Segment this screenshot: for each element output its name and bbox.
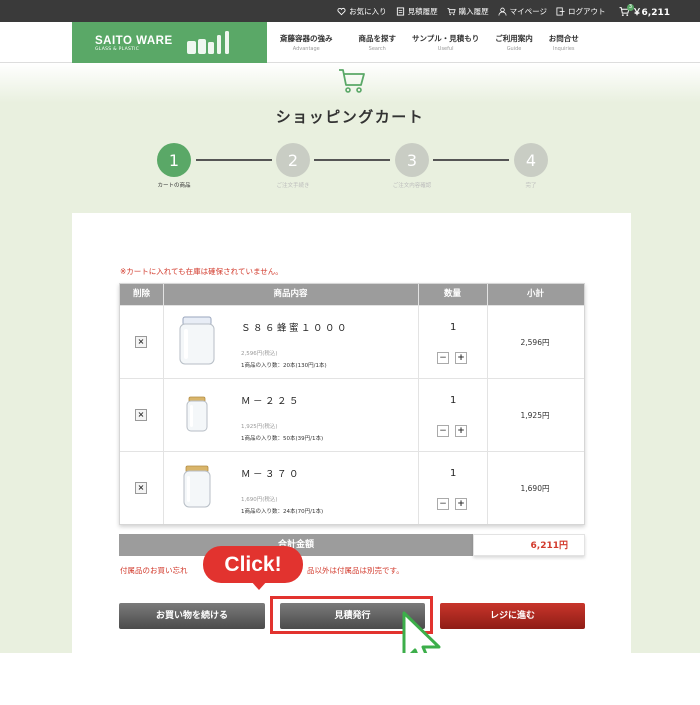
step-1-circle: 1 bbox=[157, 143, 191, 177]
row-subtotal: 2,596円 bbox=[520, 338, 550, 347]
favorites-link[interactable]: お気に入り bbox=[337, 6, 387, 17]
increase-qty-button[interactable]: + bbox=[455, 352, 467, 364]
quantity-value: 1 bbox=[450, 322, 457, 333]
product-jar-image bbox=[183, 465, 211, 508]
quantity-value: 1 bbox=[450, 395, 457, 406]
product-price: 2,596円(税込) bbox=[241, 351, 278, 357]
decrease-qty-button[interactable]: − bbox=[437, 498, 449, 510]
delete-item-button[interactable]: × bbox=[135, 482, 147, 494]
header-qty: 数量 bbox=[443, 289, 461, 299]
header-subtotal: 小計 bbox=[526, 289, 544, 299]
step-connector bbox=[433, 159, 509, 161]
step-connector bbox=[314, 159, 390, 161]
total-amount: 6,211円 bbox=[473, 534, 585, 556]
step-3-circle: 3 bbox=[395, 143, 429, 177]
nav-guide[interactable]: ご利用案内 Guide bbox=[487, 22, 541, 63]
stock-notice: ※カートに入れても在庫は確保されていません。 bbox=[120, 267, 283, 276]
user-icon bbox=[498, 7, 507, 16]
nav-sample-quote[interactable]: サンプル・見積もり Useful bbox=[404, 22, 487, 63]
row-subtotal: 1,925円 bbox=[520, 411, 550, 420]
shopping-cart-icon bbox=[339, 69, 365, 93]
product-name[interactable]: Ｍ－２２５ bbox=[241, 393, 301, 407]
top-utility-bar: お気に入り 見積履歴 購入履歴 マイページ ログアウト ￥6,211 3 bbox=[0, 0, 700, 22]
header-item: 商品内容 bbox=[273, 289, 308, 299]
product-jar-image bbox=[186, 396, 208, 432]
step-1-label: カートの商品 bbox=[157, 183, 191, 189]
decrease-qty-button[interactable]: − bbox=[437, 425, 449, 437]
site-logo[interactable]: SAITO WARE GLASS & PLASTIC bbox=[72, 22, 267, 63]
document-icon bbox=[396, 6, 404, 16]
callout-tail bbox=[250, 580, 268, 590]
step-4-label: 完了 bbox=[525, 183, 537, 189]
delete-item-button[interactable]: × bbox=[135, 409, 147, 421]
step-3-label: ご注文内容確認 bbox=[392, 183, 432, 189]
heart-icon bbox=[337, 7, 346, 15]
step-2-label: ご注文手続き bbox=[276, 183, 310, 189]
mypage-link[interactable]: マイページ bbox=[498, 6, 547, 17]
cart-count-badge: 3 bbox=[627, 4, 634, 11]
continue-shopping-button[interactable]: お買い物を続ける bbox=[119, 603, 265, 629]
header-delete: 削除 bbox=[132, 289, 150, 299]
product-pack-info: 1商品の入り数：24本(70円/1本) bbox=[241, 509, 324, 515]
quote-history-link[interactable]: 見積履歴 bbox=[396, 6, 438, 17]
cart-table: 削除 商品内容 数量 小計 × Ｓ８６蜂蜜１０００ 2,596円(税込) 1商品… bbox=[119, 283, 585, 525]
bottles-logo-icon bbox=[187, 31, 229, 54]
table-row: × Ｓ８６蜂蜜１０００ 2,596円(税込) 1商品の入り数：20本(130円/… bbox=[120, 305, 584, 378]
logout-link[interactable]: ログアウト bbox=[556, 6, 606, 17]
cart-history-icon bbox=[447, 7, 456, 15]
table-row: × Ｍ－３７０ 1,690円(税込) 1商品の入り数：24本(70円/1本) 1… bbox=[120, 451, 584, 524]
delete-item-button[interactable]: × bbox=[135, 336, 147, 348]
row-subtotal: 1,690円 bbox=[520, 484, 550, 493]
product-name[interactable]: Ｍ－３７０ bbox=[241, 466, 301, 480]
cart-total: ￥6,211 bbox=[632, 7, 670, 18]
nav-advantage[interactable]: 斎藤容器の強み Advantage bbox=[272, 22, 341, 63]
main-nav: 斎藤容器の強み Advantage 商品を探す Search サンプル・見積もり… bbox=[272, 22, 587, 63]
product-pack-info: 1商品の入り数：20本(130円/1本) bbox=[241, 363, 327, 369]
product-price: 1,925円(税込) bbox=[241, 424, 278, 430]
decrease-qty-button[interactable]: − bbox=[437, 352, 449, 364]
page-bottom bbox=[0, 653, 700, 705]
site-header: SAITO WARE GLASS & PLASTIC 斎藤容器の強み Advan… bbox=[0, 22, 700, 63]
column-divider bbox=[163, 284, 164, 524]
purchase-history-link[interactable]: 購入履歴 bbox=[447, 6, 489, 17]
increase-qty-button[interactable]: + bbox=[455, 498, 467, 510]
checkout-button[interactable]: レジに進む bbox=[440, 603, 585, 629]
table-row: × Ｍ－２２５ 1,925円(税込) 1商品の入り数：50本(39円/1本) 1… bbox=[120, 378, 584, 451]
step-connector bbox=[196, 159, 272, 161]
nav-search[interactable]: 商品を探す Search bbox=[351, 22, 405, 63]
quantity-value: 1 bbox=[450, 468, 457, 479]
increase-qty-button[interactable]: + bbox=[455, 425, 467, 437]
logout-icon bbox=[556, 6, 565, 16]
step-2-circle: 2 bbox=[276, 143, 310, 177]
product-name[interactable]: Ｓ８６蜂蜜１０００ bbox=[241, 320, 349, 334]
product-pack-info: 1商品の入り数：50本(39円/1本) bbox=[241, 436, 324, 442]
step-4-circle: 4 bbox=[514, 143, 548, 177]
page-title: ショッピングカート bbox=[275, 108, 425, 126]
table-header: 削除 商品内容 数量 小計 bbox=[120, 284, 584, 305]
column-divider bbox=[418, 284, 419, 524]
column-divider bbox=[487, 284, 488, 524]
product-price: 1,690円(税込) bbox=[241, 497, 278, 503]
nav-inquiries[interactable]: お問合せ Inquiries bbox=[541, 22, 587, 63]
product-jar-image bbox=[179, 316, 215, 365]
click-callout: Click! bbox=[203, 546, 303, 583]
